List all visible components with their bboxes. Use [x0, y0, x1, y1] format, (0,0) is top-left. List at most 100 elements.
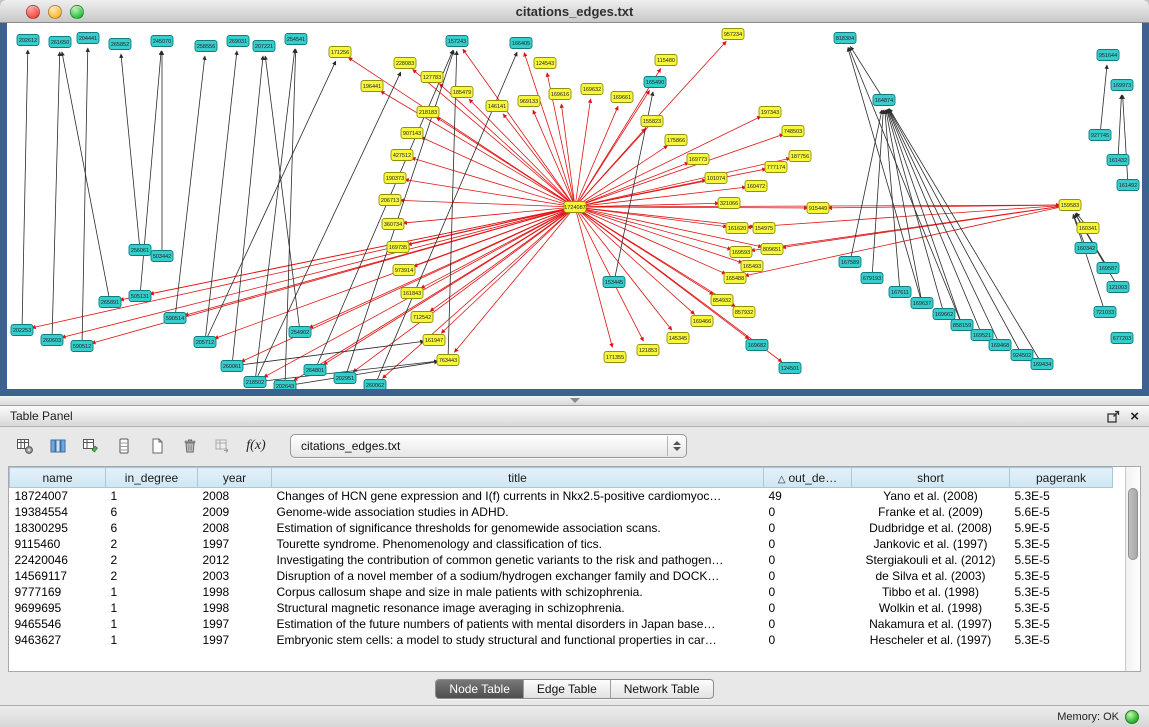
- graph-node[interactable]: 969133: [518, 96, 540, 107]
- table-row[interactable]: 1830029562008Estimation of significance …: [10, 520, 1113, 536]
- table-row[interactable]: 1872400712008Changes of HCN gene express…: [10, 488, 1113, 505]
- graph-node[interactable]: 169521: [971, 330, 993, 341]
- graph-node[interactable]: 169593: [730, 247, 752, 258]
- graph-node[interactable]: 185479: [451, 87, 473, 98]
- graph-node[interactable]: 169466: [691, 316, 713, 327]
- table-cell[interactable]: 19384554: [10, 504, 106, 520]
- table-scrollbar[interactable]: [1125, 467, 1140, 671]
- graph-node[interactable]: 1724087: [564, 202, 586, 213]
- table-cell[interactable]: 1997: [198, 616, 272, 632]
- graph-node[interactable]: 503442: [151, 251, 173, 262]
- table-cell[interactable]: 2012: [198, 552, 272, 568]
- table-cell[interactable]: 0: [764, 536, 852, 552]
- tab-network-table[interactable]: Network Table: [610, 680, 713, 698]
- graph-node[interactable]: 269031: [227, 36, 249, 47]
- table-row[interactable]: 2242004622012Investigating the contribut…: [10, 552, 1113, 568]
- graph-node[interactable]: 169632: [581, 84, 603, 95]
- table-cell[interactable]: 18724007: [10, 488, 106, 505]
- table-row[interactable]: 969969511998Structural magnetic resonanc…: [10, 600, 1113, 616]
- table-cell[interactable]: 6: [106, 520, 198, 536]
- table-cell[interactable]: 5.9E-5: [1010, 520, 1113, 536]
- table-cell[interactable]: 9463627: [10, 632, 106, 648]
- table-cell[interactable]: 14569117: [10, 568, 106, 584]
- graph-node[interactable]: 155823: [641, 116, 663, 127]
- graph-node[interactable]: 777174: [765, 162, 787, 173]
- graph-node[interactable]: 161432: [1107, 155, 1129, 166]
- graph-node[interactable]: 165488: [724, 273, 746, 284]
- graph-node[interactable]: 857932: [733, 307, 755, 318]
- table-cell[interactable]: 5.3E-5: [1010, 632, 1113, 648]
- table-cell[interactable]: 6: [106, 504, 198, 520]
- graph-node[interactable]: 169735: [387, 242, 409, 253]
- minimize-window-button[interactable]: [48, 5, 62, 19]
- graph-node[interactable]: 171355: [604, 352, 626, 363]
- graph-node[interactable]: 169662: [933, 309, 955, 320]
- table-cell[interactable]: 9115460: [10, 536, 106, 552]
- graph-node[interactable]: 169773: [687, 154, 709, 165]
- table-cell[interactable]: 1: [106, 632, 198, 648]
- float-panel-icon[interactable]: [1107, 410, 1120, 423]
- table-cell[interactable]: 1: [106, 488, 198, 505]
- table-cell[interactable]: 1998: [198, 600, 272, 616]
- graph-node[interactable]: 169468: [989, 340, 1011, 351]
- graph-node[interactable]: 169434: [1031, 359, 1053, 370]
- graph-node[interactable]: 763443: [437, 355, 459, 366]
- graph-node[interactable]: 190373: [384, 173, 406, 184]
- import-table-button[interactable]: [210, 433, 236, 459]
- table-cell[interactable]: 5.3E-5: [1010, 600, 1113, 616]
- graph-node[interactable]: 169587: [1097, 263, 1119, 274]
- graph-node[interactable]: 254902: [289, 327, 311, 338]
- create-column-button[interactable]: [144, 433, 170, 459]
- tab-node-table[interactable]: Node Table: [436, 680, 523, 698]
- graph-node[interactable]: 590514: [164, 313, 186, 324]
- table-cell[interactable]: 5.6E-5: [1010, 504, 1113, 520]
- graph-node[interactable]: 228083: [394, 58, 416, 69]
- table-cell[interactable]: 1997: [198, 632, 272, 648]
- table-cell[interactable]: 0: [764, 520, 852, 536]
- graph-node[interactable]: 973914: [393, 265, 415, 276]
- graph-node[interactable]: 207221: [253, 41, 275, 52]
- table-selector-dropdown[interactable]: citations_edges.txt: [290, 434, 687, 458]
- graph-node[interactable]: 202643: [274, 381, 296, 392]
- table-mode-button[interactable]: [12, 433, 38, 459]
- graph-node[interactable]: 165490: [644, 77, 666, 88]
- delete-column-button[interactable]: [177, 433, 203, 459]
- graph-node[interactable]: 153445: [603, 277, 625, 288]
- table-cell[interactable]: 1: [106, 584, 198, 600]
- graph-node[interactable]: 161620: [726, 223, 748, 234]
- graph-node[interactable]: 202612: [17, 35, 39, 46]
- graph-node[interactable]: 169637: [911, 298, 933, 309]
- table-cell[interactable]: Wolkin et al. (1998): [852, 600, 1010, 616]
- graph-node[interactable]: 205712: [194, 337, 216, 348]
- graph-node[interactable]: 167611: [889, 287, 911, 298]
- graph-node[interactable]: 858159: [951, 320, 973, 331]
- table-cell[interactable]: Nakamura et al. (1997): [852, 616, 1010, 632]
- graph-node[interactable]: 679193: [861, 273, 883, 284]
- graph-node[interactable]: 159583: [1059, 200, 1081, 211]
- table-cell[interactable]: 5.5E-5: [1010, 552, 1113, 568]
- table-cell[interactable]: 5.3E-5: [1010, 584, 1113, 600]
- graph-node[interactable]: 160341: [1077, 223, 1099, 234]
- table-cell[interactable]: Tibbo et al. (1998): [852, 584, 1010, 600]
- graph-node[interactable]: 161843: [401, 288, 423, 299]
- table-cell[interactable]: de Silva et al. (2003): [852, 568, 1010, 584]
- graph-node[interactable]: 157243: [446, 36, 468, 47]
- graph-node[interactable]: 677203: [1111, 333, 1133, 344]
- graph-node[interactable]: 260062: [364, 380, 386, 391]
- graph-node[interactable]: 161492: [1117, 180, 1139, 191]
- graph-node[interactable]: 161947: [423, 335, 445, 346]
- table-cell[interactable]: Structural magnetic resonance image aver…: [272, 600, 764, 616]
- close-window-button[interactable]: [26, 5, 40, 19]
- graph-node[interactable]: 854932: [711, 295, 733, 306]
- table-cell[interactable]: 1: [106, 616, 198, 632]
- graph-node[interactable]: 124501: [779, 363, 801, 374]
- window-titlebar[interactable]: citations_edges.txt: [0, 0, 1149, 23]
- graph-node[interactable]: 166405: [510, 38, 532, 49]
- table-cell[interactable]: 5.3E-5: [1010, 568, 1113, 584]
- graph-node[interactable]: 197343: [759, 107, 781, 118]
- table-cell[interactable]: Genome-wide association studies in ADHD.: [272, 504, 764, 520]
- graph-node[interactable]: 206713: [379, 195, 401, 206]
- graph-node[interactable]: 951644: [1097, 50, 1119, 61]
- graph-node[interactable]: 121853: [637, 345, 659, 356]
- graph-node[interactable]: 505131: [129, 291, 151, 302]
